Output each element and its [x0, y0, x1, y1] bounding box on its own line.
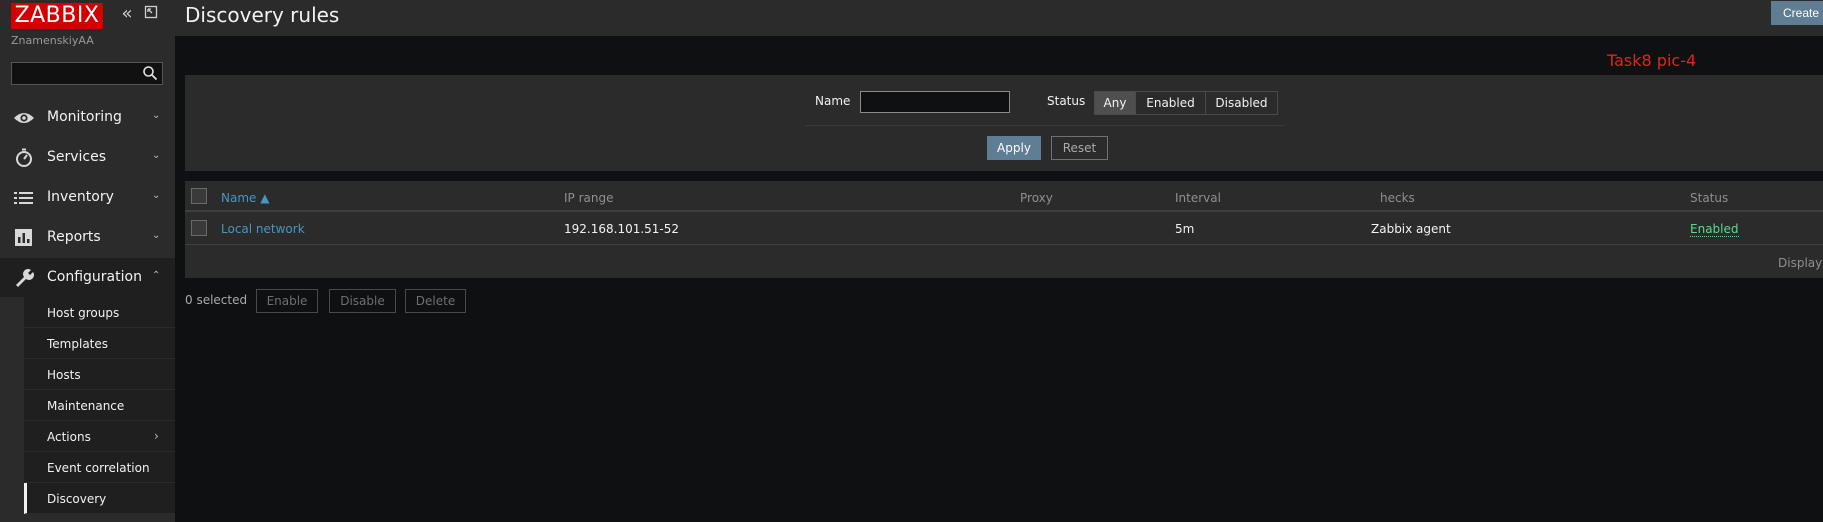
column-status: Status: [1690, 191, 1729, 205]
rule-name-link[interactable]: Local network: [221, 222, 305, 236]
chevron-down-icon: ⌄: [152, 230, 161, 241]
filter-status-label: Status: [1047, 94, 1086, 108]
submenu-event-correlation[interactable]: Event correlation: [24, 452, 175, 483]
apply-button[interactable]: Apply: [987, 136, 1041, 160]
chevron-down-icon: ⌄: [152, 110, 161, 121]
submenu-label: Maintenance: [47, 399, 125, 413]
menu-reports[interactable]: Reports ⌄: [0, 218, 175, 258]
menu-label-services: Services: [47, 149, 107, 165]
submenu-hosts[interactable]: Hosts: [24, 359, 175, 390]
column-ip-range: IP range: [564, 191, 614, 205]
column-interval: Interval: [1175, 191, 1221, 205]
menu-monitoring[interactable]: Monitoring ⌄: [0, 98, 175, 138]
column-proxy: Proxy: [1020, 191, 1053, 205]
table-footer: Displayin: [185, 246, 1823, 278]
menu-label-configuration: Configuration: [47, 269, 142, 285]
filter-name-label: Name: [815, 94, 851, 108]
chevron-up-icon: ⌃: [152, 270, 161, 281]
rule-interval: 5m: [1175, 222, 1195, 236]
submenu-label: Hosts: [47, 368, 81, 382]
rule-checks: Zabbix agent: [1371, 222, 1451, 236]
bar-chart-icon: [15, 229, 32, 246]
page-title: Discovery rules: [185, 3, 340, 27]
chevron-down-icon: ⌄: [152, 150, 161, 161]
username: ZnamenskiyAA: [11, 34, 94, 47]
column-name-sort[interactable]: Name ▲: [221, 191, 269, 205]
chevron-right-icon: ›: [154, 429, 159, 443]
filter-panel: Name Status Any Enabled Disabled Apply R…: [185, 75, 1823, 171]
discovery-rules-table: Name ▲ IP range Proxy Interval hecks Sta…: [185, 181, 1823, 278]
submenu-label: Discovery: [47, 492, 107, 506]
search-icon[interactable]: [142, 65, 158, 81]
rule-status-toggle[interactable]: Enabled: [1690, 222, 1739, 237]
clock-icon: [16, 148, 32, 167]
displaying-count: Displayin: [1778, 256, 1823, 270]
menu-inventory[interactable]: Inventory ⌄: [0, 178, 175, 218]
rule-ip-range: 192.168.101.51-52: [564, 222, 680, 236]
submenu-label: Host groups: [47, 306, 120, 320]
filter-name-input[interactable]: [860, 91, 1010, 113]
menu-label-inventory: Inventory: [47, 189, 114, 205]
select-all-checkbox[interactable]: [191, 188, 207, 204]
create-discovery-rule-button[interactable]: Create: [1771, 1, 1823, 25]
chevron-down-icon: ⌄: [152, 190, 161, 201]
kiosk-mode-icon[interactable]: [142, 4, 160, 24]
menu-configuration[interactable]: Configuration ⌃: [0, 258, 175, 298]
submenu-templates[interactable]: Templates: [24, 328, 175, 359]
table-row: Local network 192.168.101.51-52 5m Zabbi…: [185, 214, 1823, 245]
table-header: Name ▲ IP range Proxy Interval hecks Sta…: [185, 181, 1823, 212]
status-enabled-option[interactable]: Enabled: [1135, 91, 1206, 115]
zabbix-logo[interactable]: ZABBIX: [11, 3, 103, 29]
submenu-host-groups[interactable]: Host groups: [24, 297, 175, 328]
delete-button[interactable]: Delete: [405, 289, 466, 313]
status-any-option[interactable]: Any: [1094, 91, 1136, 115]
row-checkbox[interactable]: [191, 220, 207, 236]
wrench-icon: [16, 269, 34, 287]
menu-services[interactable]: Services ⌄: [0, 138, 175, 178]
submenu-discovery[interactable]: Discovery: [24, 483, 175, 514]
app-root: ZABBIX « ZnamenskiyAA Monitoring ⌄ Servi…: [0, 0, 1823, 522]
disable-button[interactable]: Disable: [329, 289, 396, 313]
submenu-label: Event correlation: [47, 461, 150, 475]
enable-button[interactable]: Enable: [256, 289, 318, 313]
sidebar-search-input[interactable]: [11, 62, 163, 85]
status-disabled-option[interactable]: Disabled: [1205, 91, 1278, 115]
configuration-submenu: Host groups Templates Hosts Maintenance …: [0, 297, 175, 522]
filter-divider: [805, 125, 1285, 126]
list-icon: [14, 192, 33, 204]
submenu-maintenance[interactable]: Maintenance: [24, 390, 175, 421]
submenu-actions[interactable]: Actions ›: [24, 421, 175, 452]
collapse-sidebar-icon[interactable]: «: [118, 4, 136, 24]
sidebar: ZABBIX « ZnamenskiyAA Monitoring ⌄ Servi…: [0, 0, 175, 522]
menu-label-reports: Reports: [47, 229, 101, 245]
submenu-label: Templates: [47, 337, 109, 351]
annotation-note: Task8 pic-4: [1607, 51, 1697, 70]
selected-count: 0 selected: [185, 293, 248, 307]
reset-button[interactable]: Reset: [1051, 136, 1108, 160]
menu-label-monitoring: Monitoring: [47, 109, 122, 125]
submenu-label: Actions: [47, 430, 91, 444]
column-checks: hecks: [1380, 191, 1415, 205]
page-header: Discovery rules: [175, 0, 1823, 36]
eye-icon: [14, 113, 34, 123]
